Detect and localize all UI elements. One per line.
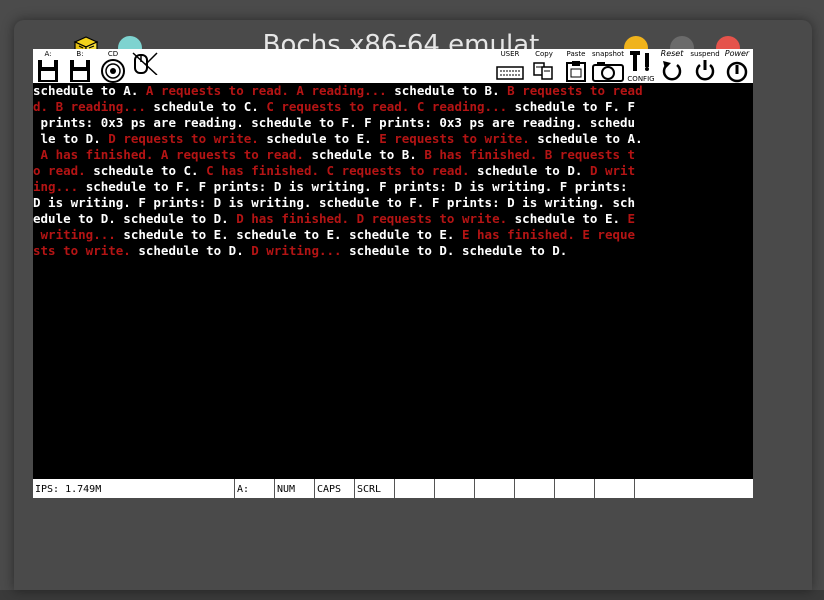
console-text: schedule to C. xyxy=(153,99,267,114)
console-line: sts to write. schedule to D. D writing..… xyxy=(33,243,753,259)
ips-readout: IPS: 1.749M xyxy=(35,484,102,495)
status-cell-empty xyxy=(474,479,514,498)
mouse-capture-button[interactable] xyxy=(131,49,159,83)
status-cell-empty xyxy=(394,479,434,498)
power-icon xyxy=(726,61,748,83)
console-text: schedule to E. xyxy=(266,131,380,146)
config-button[interactable]: CONFIG xyxy=(627,49,655,83)
console-line: schedule to A. A requests to read. A rea… xyxy=(33,83,753,99)
console-highlight-text: C has finished. C requests to read. xyxy=(206,163,478,178)
paste-button[interactable]: Paste xyxy=(563,49,589,83)
console-highlight-text: writing... xyxy=(33,227,124,242)
status-cell-empty xyxy=(634,479,753,498)
console-output: schedule to A. A requests to read. A rea… xyxy=(33,83,753,259)
scroll-lock-indicator: SCRL xyxy=(354,479,394,498)
console-highlight-text: D writing... xyxy=(251,243,350,258)
console-highlight-text: sts to write. xyxy=(33,243,139,258)
floppy-a-button[interactable]: A: xyxy=(35,49,61,83)
bochs-toolbar: A: B: CD USER Copy Paste snapshot CONFIG… xyxy=(33,49,753,83)
console-highlight-text: d. B reading... xyxy=(33,99,154,114)
console-text: edule to D. schedule to D. xyxy=(33,211,237,226)
console-text: le to D. xyxy=(33,131,109,146)
console-highlight-text: A has finished. A requests to read. xyxy=(33,147,312,162)
status-bar: IPS: 1.749M A: NUM CAPS SCRL xyxy=(33,479,753,498)
num-lock-indicator: NUM xyxy=(274,479,314,498)
console-text: D is writing. F prints: D is writing. sc… xyxy=(33,195,636,210)
console-highlight-text: E requests to write. xyxy=(379,131,538,146)
status-cell-empty xyxy=(434,479,474,498)
console-line: prints: 0x3 ps are reading. schedule to … xyxy=(33,115,753,131)
mouse-icon xyxy=(132,52,158,75)
console-line: le to D. D requests to write. schedule t… xyxy=(33,131,753,147)
console-text: schedule to A. xyxy=(537,131,643,146)
console-line: o read. schedule to C. C has finished. C… xyxy=(33,163,753,179)
floppy-icon xyxy=(38,60,58,82)
console-highlight-text: C requests to read. C reading... xyxy=(266,99,515,114)
copy-button[interactable]: Copy xyxy=(531,49,557,83)
console-text: schedule to F. F xyxy=(514,99,636,114)
keyboard-icon xyxy=(496,66,524,80)
console-text: schedule to A. xyxy=(33,83,146,98)
console-text: prints: 0x3 ps are reading. schedule to … xyxy=(33,115,636,130)
console-text: schedule to F. F prints: D is writing. F… xyxy=(85,179,628,194)
console-text: schedule to C. xyxy=(93,163,207,178)
console-line: ing... schedule to F. F prints: D is wri… xyxy=(33,179,753,195)
console-line: D is writing. F prints: D is writing. sc… xyxy=(33,195,753,211)
console-highlight-text: B has finished. B requests t xyxy=(424,147,636,162)
camera-icon xyxy=(592,62,624,82)
console-line: A has finished. A requests to read. sche… xyxy=(33,147,753,163)
snapshot-button[interactable]: snapshot xyxy=(591,49,625,83)
status-cell-empty xyxy=(594,479,634,498)
console-text: schedule to D. xyxy=(138,243,252,258)
console-line: edule to D. schedule to D. D has finishe… xyxy=(33,211,753,227)
cdrom-button[interactable]: CD xyxy=(99,49,127,83)
console-text: schedule to E. schedule to E. schedule t… xyxy=(123,227,462,242)
config-label: CONFIG xyxy=(627,75,655,83)
cdrom-icon xyxy=(101,59,125,83)
drive-indicator: A: xyxy=(234,479,274,498)
power-button[interactable]: Power xyxy=(721,49,753,83)
copy-icon xyxy=(533,62,553,80)
console-text: schedule to D. schedule to D. xyxy=(349,243,568,258)
console-highlight-text: o read. xyxy=(33,163,94,178)
config-icon xyxy=(630,51,649,71)
console-highlight-text: B requests to read xyxy=(507,83,643,98)
console-line: d. B reading... schedule to C. C request… xyxy=(33,99,753,115)
console-highlight-text: D writ xyxy=(589,163,636,178)
console-line: writing... schedule to E. schedule to E.… xyxy=(33,227,753,243)
console-text: schedule to E. xyxy=(514,211,628,226)
emulator-screen[interactable]: schedule to A. A requests to read. A rea… xyxy=(33,83,753,479)
clipboard-icon xyxy=(566,61,586,82)
suspend-button[interactable]: suspend xyxy=(689,49,721,83)
console-highlight-text: E xyxy=(627,211,636,226)
console-text: schedule to B. xyxy=(394,83,508,98)
reset-button[interactable]: Reset xyxy=(657,49,687,83)
status-cell-empty xyxy=(554,479,594,498)
suspend-icon xyxy=(695,60,715,81)
console-highlight-text: D requests to write. xyxy=(108,131,267,146)
desktop-background xyxy=(0,590,824,600)
floppy-b-button[interactable]: B: xyxy=(67,49,93,83)
status-cell-empty xyxy=(514,479,554,498)
console-text: schedule to B. xyxy=(311,147,425,162)
caps-lock-indicator: CAPS xyxy=(314,479,354,498)
console-highlight-text: D has finished. D requests to write. xyxy=(236,211,515,226)
user-button[interactable]: USER xyxy=(495,49,525,83)
console-text: schedule to D. xyxy=(477,163,590,178)
floppy-icon xyxy=(70,60,90,82)
console-highlight-text: A requests to read. A reading... xyxy=(145,83,395,98)
reset-icon xyxy=(662,61,682,81)
console-highlight-text: E has finished. E reque xyxy=(461,227,636,242)
console-highlight-text: ing... xyxy=(33,179,86,194)
